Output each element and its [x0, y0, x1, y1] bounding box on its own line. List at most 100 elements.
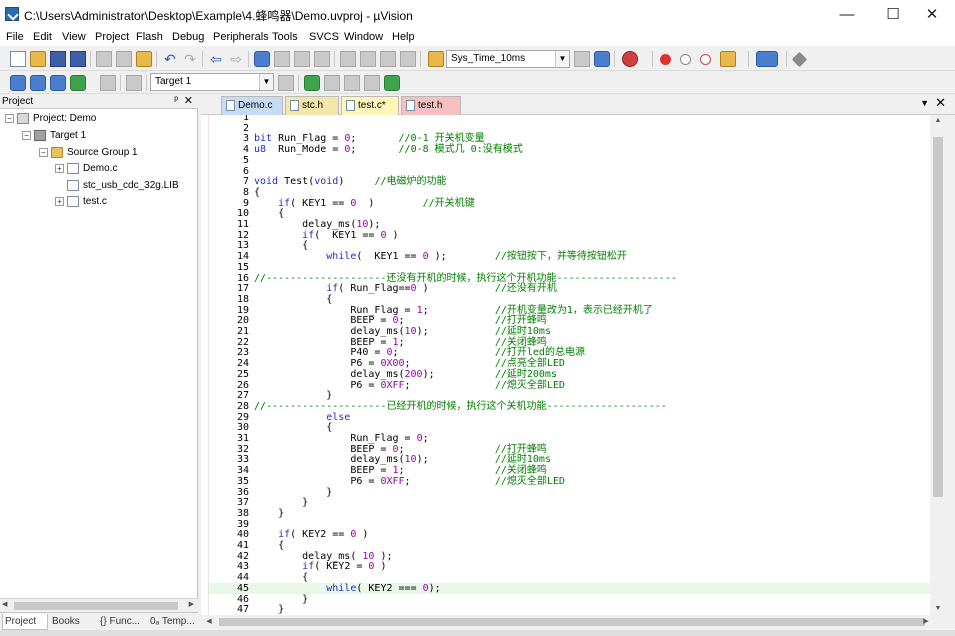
- next-bookmark-icon[interactable]: [294, 51, 310, 67]
- save-all-icon[interactable]: [70, 51, 86, 67]
- scroll-right-icon[interactable]: ▶: [189, 600, 194, 608]
- rebuild-icon[interactable]: [50, 75, 66, 91]
- code-line[interactable]: 15: [209, 262, 930, 273]
- new-file-icon[interactable]: [10, 51, 26, 67]
- close-icon[interactable]: ✕: [184, 94, 193, 107]
- undo-icon[interactable]: ↶: [162, 51, 178, 67]
- code-line[interactable]: 9 if( KEY1 == 0 ) //开关机键: [209, 198, 930, 209]
- code-line[interactable]: 33 delay_ms(10); //延时10ms: [209, 454, 930, 465]
- file-extensions-icon[interactable]: [304, 75, 320, 91]
- target-options-icon[interactable]: [278, 75, 294, 91]
- scrollbar-thumb[interactable]: [219, 618, 925, 626]
- code-line[interactable]: 25 delay_ms(200); //延时200ms: [209, 369, 930, 380]
- code-line[interactable]: 21 delay_ms(10); //延时10ms: [209, 326, 930, 337]
- tree-project-root[interactable]: − Project: Demo: [5, 113, 96, 129]
- function-combo[interactable]: Sys_Time_10ms ▼: [446, 50, 570, 68]
- collapse-icon[interactable]: −: [5, 114, 14, 123]
- menu-view[interactable]: View: [62, 31, 86, 43]
- code-line[interactable]: 12 if( KEY1 == 0 ): [209, 230, 930, 241]
- nav-forward-icon[interactable]: ⇨: [228, 51, 244, 67]
- code-line[interactable]: 44 {: [209, 572, 930, 583]
- tab-templates[interactable]: 0ₐ Temp...: [148, 614, 196, 630]
- find-in-files-icon[interactable]: [428, 51, 444, 67]
- scroll-left-icon[interactable]: ◀: [2, 600, 7, 608]
- menu-svcs[interactable]: SVCS: [309, 31, 339, 43]
- collapse-icon[interactable]: −: [39, 148, 48, 157]
- close-editor-icon[interactable]: ✕: [935, 95, 946, 111]
- code-line[interactable]: 18 {: [209, 294, 930, 305]
- code-line[interactable]: 43 if( KEY2 = 0 ): [209, 561, 930, 572]
- unindent-icon[interactable]: [360, 51, 376, 67]
- comment-icon[interactable]: [380, 51, 396, 67]
- code-line[interactable]: 10 {: [209, 208, 930, 219]
- scroll-right-icon[interactable]: ▶: [920, 615, 932, 629]
- incremental-find-icon[interactable]: [594, 51, 610, 67]
- editor-tab-test-c[interactable]: test.c*: [341, 96, 399, 115]
- code-line[interactable]: 19 Run_Flag = 1; //开机变量改为1，表示已经开机了: [209, 305, 930, 316]
- breakpoint-icon[interactable]: [660, 54, 671, 65]
- menu-window[interactable]: Window: [344, 31, 383, 43]
- code-line[interactable]: 4 u8 Run_Mode = 0; //0-8 模式几 0:没有模式: [209, 144, 930, 155]
- download-icon[interactable]: [126, 75, 142, 91]
- editor-vertical-scrollbar[interactable]: ▲ ▼: [930, 115, 946, 615]
- translate-icon[interactable]: [10, 75, 26, 91]
- code-line[interactable]: 34 BEEP = 1; //关闭蜂鸣: [209, 465, 930, 476]
- menu-tools[interactable]: Tools: [272, 31, 298, 43]
- code-line[interactable]: 16 //--------------------还没有开机的时候，执行这个开机功…: [209, 273, 930, 284]
- code-line[interactable]: 37 }: [209, 497, 930, 508]
- code-line[interactable]: 35 P6 = 0XFF; //熄灭全部LED: [209, 476, 930, 487]
- tab-list-dropdown-icon[interactable]: ▼: [920, 98, 929, 108]
- clear-bookmarks-icon[interactable]: [314, 51, 330, 67]
- tree-file-lib[interactable]: stc_usb_cdc_32g.LIB: [67, 180, 179, 196]
- code-line[interactable]: 31 Run_Flag = 0;: [209, 433, 930, 444]
- code-line[interactable]: 38 }: [209, 508, 930, 519]
- scroll-up-icon[interactable]: ▲: [930, 115, 946, 127]
- menu-help[interactable]: Help: [392, 31, 415, 43]
- scroll-left-icon[interactable]: ◀: [203, 615, 215, 629]
- editor-tab-stc-h[interactable]: stc.h: [285, 96, 339, 115]
- code-line[interactable]: 23 P40 = 0; //打开led的总电源: [209, 347, 930, 358]
- code-line[interactable]: 8{: [209, 187, 930, 198]
- uncomment-icon[interactable]: [400, 51, 416, 67]
- code-line[interactable]: 26 P6 = 0XFF; //熄灭全部LED: [209, 380, 930, 391]
- tab-books[interactable]: Books: [50, 614, 96, 630]
- window-layout-icon[interactable]: [756, 51, 778, 67]
- tree-file-demo-c[interactable]: + Demo.c: [55, 163, 117, 179]
- scroll-down-icon[interactable]: ▼: [930, 603, 946, 615]
- code-editor[interactable]: 1 2 3 bit Run_Flag = 0; //0-1 开关机变量 4 u8 Run_…: [201, 115, 930, 615]
- code-line[interactable]: 17 if( Run_Flag==0 ) //还没有开机: [209, 283, 930, 294]
- scrollbar-thumb[interactable]: [14, 602, 178, 610]
- indent-icon[interactable]: [340, 51, 356, 67]
- chevron-down-icon[interactable]: ▼: [555, 51, 569, 67]
- save-icon[interactable]: [50, 51, 66, 67]
- settings-wrench-icon[interactable]: [791, 51, 808, 68]
- debug-session-icon[interactable]: [622, 51, 638, 67]
- batch-build-icon[interactable]: [70, 75, 86, 91]
- scrollbar-thumb[interactable]: [933, 137, 943, 497]
- disable-breakpoint-icon[interactable]: [680, 54, 691, 65]
- expand-icon[interactable]: +: [55, 197, 64, 206]
- code-line[interactable]: 7 void Test(void) //电磁炉的功能: [209, 176, 930, 187]
- code-line[interactable]: 24 P6 = 0X00; //点亮全部LED: [209, 358, 930, 369]
- minimize-button[interactable]: —: [824, 0, 870, 30]
- collapse-icon[interactable]: −: [22, 131, 31, 140]
- target-select[interactable]: Target 1 ▼: [150, 73, 274, 91]
- tree-target[interactable]: − Target 1: [22, 130, 86, 146]
- editor-tab-test-h[interactable]: test.h: [401, 96, 461, 115]
- code-line[interactable]: 46 }: [209, 594, 930, 605]
- code-line[interactable]: 30 {: [209, 422, 930, 433]
- project-horizontal-scrollbar[interactable]: ◀ ▶: [0, 598, 198, 612]
- code-line[interactable]: 3 bit Run_Flag = 0; //0-1 开关机变量: [209, 133, 930, 144]
- code-line[interactable]: 6: [209, 166, 930, 177]
- code-line[interactable]: 47 }: [209, 604, 930, 615]
- kill-breakpoints-icon[interactable]: [700, 54, 711, 65]
- expand-icon[interactable]: +: [55, 164, 64, 173]
- rte-icon[interactable]: [384, 75, 400, 91]
- code-line[interactable]: 40 if( KEY2 == 0 ): [209, 529, 930, 540]
- code-line[interactable]: 14 while( KEY1 == 0 ); //按钮按下，并等待按钮松开: [209, 251, 930, 262]
- select-packs-icon[interactable]: [344, 75, 360, 91]
- menu-file[interactable]: File: [6, 31, 24, 43]
- menu-edit[interactable]: Edit: [33, 31, 52, 43]
- editor-horizontal-scrollbar[interactable]: ◀ ▶: [201, 615, 946, 629]
- code-line[interactable]: 20 BEEP = 0; //打开蜂鸣: [209, 315, 930, 326]
